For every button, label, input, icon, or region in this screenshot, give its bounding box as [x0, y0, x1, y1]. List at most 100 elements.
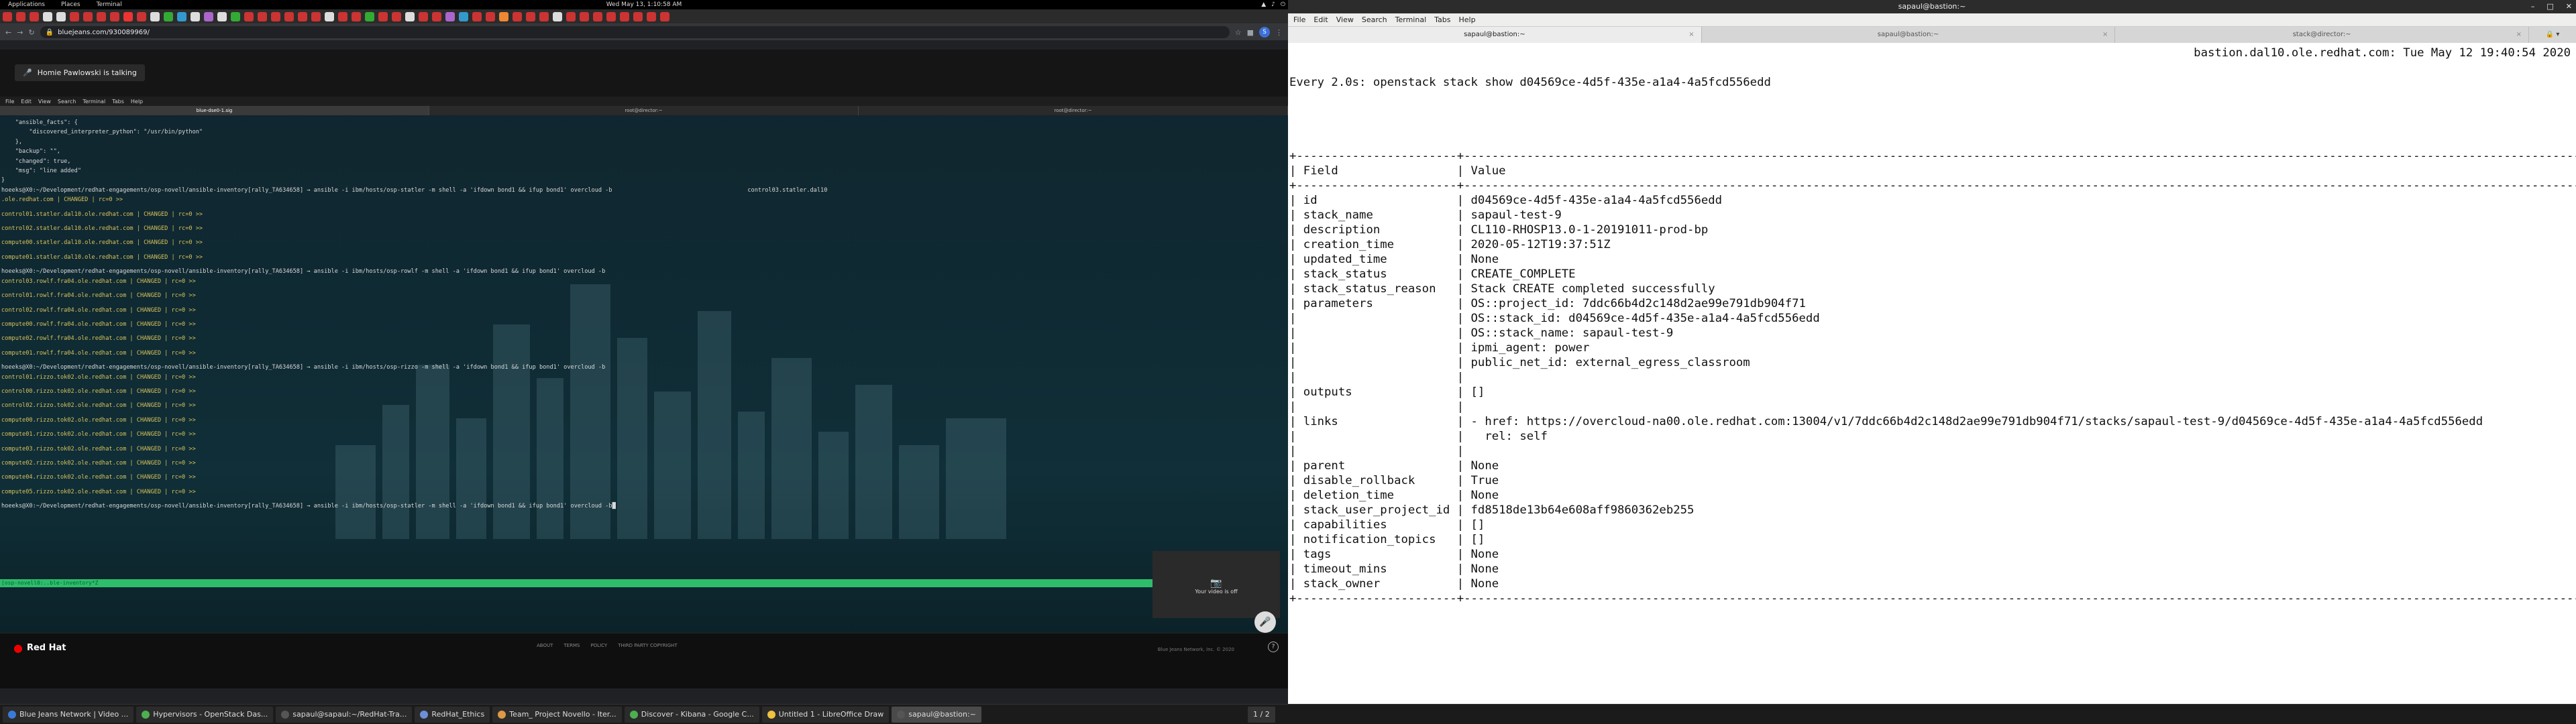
- bookmark-icon[interactable]: [539, 11, 549, 21]
- terminal-menu-item[interactable]: Tabs: [1434, 15, 1450, 24]
- footer-link[interactable]: ABOUT: [537, 643, 553, 648]
- tab-menu-icon[interactable]: 🔒 ▾: [2529, 27, 2576, 43]
- maximize-button[interactable]: □: [2546, 0, 2553, 13]
- bookmark-icon[interactable]: [30, 11, 39, 21]
- bookmark-icon[interactable]: [191, 11, 200, 21]
- bookmark-icon[interactable]: [325, 11, 334, 21]
- bookmark-icon[interactable]: [16, 11, 25, 21]
- taskbar-item[interactable]: Discover - Kibana - Google C...: [624, 706, 759, 723]
- close-tab-icon[interactable]: ×: [2102, 27, 2108, 43]
- forward-icon[interactable]: →: [17, 28, 23, 37]
- bookmark-icon[interactable]: [110, 11, 119, 21]
- bookmark-icon[interactable]: [472, 11, 482, 21]
- terminal-menu-item[interactable]: Help: [1459, 15, 1476, 24]
- bookmark-icon[interactable]: [258, 11, 267, 21]
- terminal-tab[interactable]: sapaul@bastion:~ ×: [1288, 27, 1702, 43]
- bookmark-icon[interactable]: [486, 11, 495, 21]
- bookmark-icon[interactable]: [352, 11, 361, 21]
- bookmark-icon[interactable]: [164, 11, 173, 21]
- shared-terminal-line: [1, 425, 1287, 430]
- terminal-menu-item[interactable]: File: [1293, 15, 1305, 24]
- footer-link[interactable]: TERMS: [564, 643, 580, 648]
- close-button[interactable]: ✕: [2566, 0, 2572, 13]
- close-tab-icon[interactable]: ×: [2516, 27, 2522, 43]
- places-menu[interactable]: Places: [53, 1, 89, 8]
- bookmark-icon[interactable]: [123, 11, 133, 21]
- bookmark-icon[interactable]: [97, 11, 106, 21]
- menu-icon[interactable]: ⋮: [1275, 28, 1283, 37]
- terminal-app-menu[interactable]: Terminal: [89, 1, 130, 8]
- bookmark-icon[interactable]: [137, 11, 146, 21]
- profile-avatar[interactable]: S: [1259, 27, 1270, 38]
- workspace-pager[interactable]: 1 / 2: [1248, 707, 1275, 723]
- bookmark-icon[interactable]: [553, 11, 562, 21]
- bookmark-icon[interactable]: [499, 11, 508, 21]
- bookmark-icon[interactable]: [647, 11, 656, 21]
- bookmark-icon[interactable]: [231, 11, 240, 21]
- taskbar-item[interactable]: Team_ Project Novello - Iter...: [492, 706, 622, 723]
- taskbar-item[interactable]: sapaul@sapaul:~/RedHat-Tra...: [276, 706, 413, 723]
- bookmark-icon[interactable]: [217, 11, 227, 21]
- taskbar-item[interactable]: sapaul@bastion:~: [892, 706, 981, 723]
- terminal-output[interactable]: Every 2.0s: openstack stack show d04569c…: [1288, 43, 2576, 713]
- terminal-menu-item[interactable]: Search: [1362, 15, 1387, 24]
- url-input[interactable]: 🔒 bluejeans.com/930089969/: [40, 26, 1230, 38]
- terminal-menu-item[interactable]: View: [1336, 15, 1354, 24]
- bookmark-icon[interactable]: [83, 11, 93, 21]
- bookmark-icon[interactable]: [459, 11, 468, 21]
- terminal-tab[interactable]: stack@director:~ ×: [2115, 27, 2530, 43]
- reload-icon[interactable]: ↻: [28, 28, 34, 37]
- bookmark-icon[interactable]: [56, 11, 66, 21]
- bookmark-icon[interactable]: [419, 11, 428, 21]
- bookmark-icon[interactable]: [593, 11, 602, 21]
- bookmark-icon[interactable]: [526, 11, 535, 21]
- terminal-menu-item[interactable]: Terminal: [1395, 15, 1427, 24]
- taskbar-item[interactable]: Untitled 1 - LibreOffice Draw: [761, 706, 890, 723]
- terminal-tab[interactable]: sapaul@bastion:~ ×: [1702, 27, 2116, 43]
- bookmark-icon[interactable]: [271, 11, 280, 21]
- bookmark-icon[interactable]: [150, 11, 160, 21]
- bookmark-icon[interactable]: [204, 11, 213, 21]
- bookmark-icon[interactable]: [445, 11, 455, 21]
- self-view-tile[interactable]: 📷 Your video is off: [1152, 551, 1280, 618]
- star-icon[interactable]: ☆: [1235, 28, 1242, 37]
- bookmark-icon[interactable]: [405, 11, 415, 21]
- watch-host-time: bastion.dal10.ole.redhat.com: Tue May 12…: [2194, 46, 2571, 60]
- clock[interactable]: Wed May 13, 1:10:58 AM: [0, 1, 1288, 8]
- bookmark-icon[interactable]: [43, 11, 52, 21]
- terminal-menu-item[interactable]: Edit: [1313, 15, 1328, 24]
- applications-menu[interactable]: Applications: [0, 1, 53, 8]
- bookmark-icon[interactable]: [365, 11, 374, 21]
- bookmark-icon[interactable]: [177, 11, 186, 21]
- bookmark-icon[interactable]: [298, 11, 307, 21]
- close-tab-icon[interactable]: ×: [1688, 27, 1694, 43]
- footer-link[interactable]: POLICY: [590, 643, 607, 648]
- bookmark-icon[interactable]: [633, 11, 643, 21]
- bookmark-icon[interactable]: [566, 11, 576, 21]
- bookmark-icon[interactable]: [3, 11, 12, 21]
- minimize-button[interactable]: –: [2531, 0, 2535, 13]
- footer-link[interactable]: THIRD PARTY COPYRIGHT: [618, 643, 677, 648]
- bookmark-icon[interactable]: [580, 11, 589, 21]
- taskbar-item[interactable]: RedHat_Ethics: [415, 706, 490, 723]
- bookmark-icon[interactable]: [284, 11, 294, 21]
- extensions-icon[interactable]: ■: [1247, 28, 1254, 37]
- bookmark-icon[interactable]: [244, 11, 254, 21]
- bookmark-icon[interactable]: [311, 11, 321, 21]
- help-icon[interactable]: ?: [1268, 642, 1279, 652]
- bookmark-icon[interactable]: [338, 11, 347, 21]
- taskbar-item[interactable]: Blue Jeans Network | Video ...: [3, 706, 134, 723]
- bookmark-icon[interactable]: [70, 11, 79, 21]
- bookmark-icon[interactable]: [392, 11, 401, 21]
- bookmark-icon[interactable]: [432, 11, 441, 21]
- taskbar-item[interactable]: Hypervisors - OpenStack Das...: [136, 706, 274, 723]
- bookmark-icon[interactable]: [378, 11, 388, 21]
- bookmark-icon[interactable]: [620, 11, 629, 21]
- window-titlebar[interactable]: sapaul@bastion:~ – □ ✕: [1288, 0, 2576, 13]
- bookmark-icon[interactable]: [660, 11, 669, 21]
- system-tray[interactable]: ▲ ♪ ⏻: [1261, 0, 1285, 9]
- bookmark-icon[interactable]: [513, 11, 522, 21]
- back-icon[interactable]: ←: [5, 28, 11, 37]
- bookmark-icon[interactable]: [606, 11, 616, 21]
- mic-toggle-button[interactable]: 🎤: [1254, 611, 1276, 633]
